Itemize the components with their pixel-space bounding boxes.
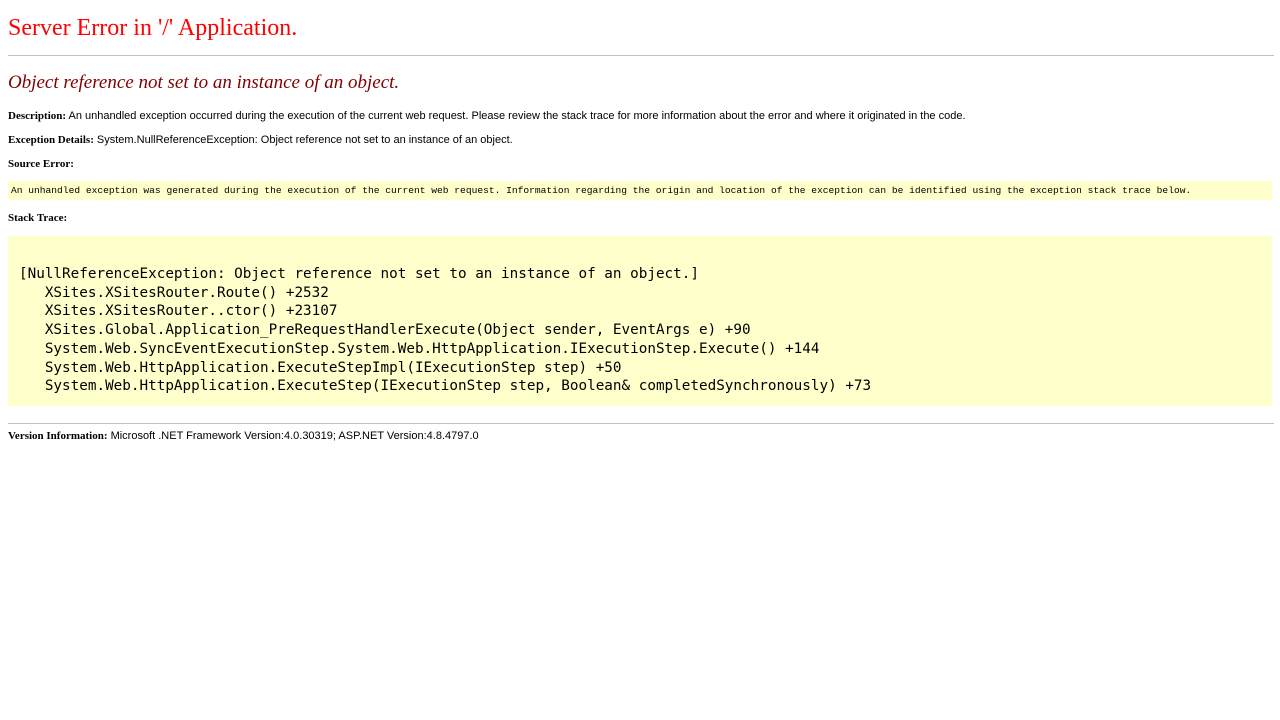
stack-trace-row: Stack Trace:: [8, 211, 67, 225]
exception-details-row: Exception Details: System.NullReferenceE…: [8, 133, 513, 147]
source-error-box: An unhandled exception was generated dur…: [8, 181, 1272, 200]
stack-trace-line: XSites.XSitesRouter..ctor() +23107: [19, 303, 338, 320]
source-error-row: Source Error:: [8, 157, 74, 171]
version-info-label: Version Information:: [8, 430, 108, 442]
page-title: Server Error in '/' Application.: [8, 15, 298, 41]
stack-trace-line: System.Web.SyncEventExecutionStep.System…: [19, 340, 820, 357]
stack-trace-line: System.Web.HttpApplication.ExecuteStep(I…: [19, 378, 872, 395]
title-divider: [8, 55, 1274, 56]
description-text: An unhandled exception occurred during t…: [66, 110, 966, 122]
description-label: Description:: [8, 110, 67, 122]
description-row: Description: An unhandled exception occu…: [8, 109, 966, 123]
stack-trace-line: [NullReferenceException: Object referenc…: [19, 266, 699, 282]
footer-divider: [8, 423, 1274, 424]
exception-details-text: System.NullReferenceException: Object re…: [93, 134, 513, 146]
error-message: Object reference not set to an instance …: [8, 72, 400, 93]
version-info-row: Version Information: Microsoft .NET Fram…: [8, 429, 479, 443]
stack-trace-box: [NullReferenceException: Object referenc…: [8, 236, 1272, 406]
version-info-text: Microsoft .NET Framework Version:4.0.303…: [107, 430, 479, 442]
source-error-label: Source Error:: [8, 158, 74, 170]
stack-trace-line: System.Web.HttpApplication.ExecuteStepIm…: [19, 359, 622, 376]
stack-trace-label: Stack Trace:: [8, 212, 68, 224]
stack-trace-line: XSites.XSitesRouter.Route() +2532: [19, 284, 329, 301]
stack-trace-line: XSites.Global.Application_PreRequestHand…: [19, 322, 751, 339]
stack-trace-lines: [NullReferenceException: Object referenc…: [19, 265, 871, 396]
exception-details-label: Exception Details:: [8, 134, 94, 146]
